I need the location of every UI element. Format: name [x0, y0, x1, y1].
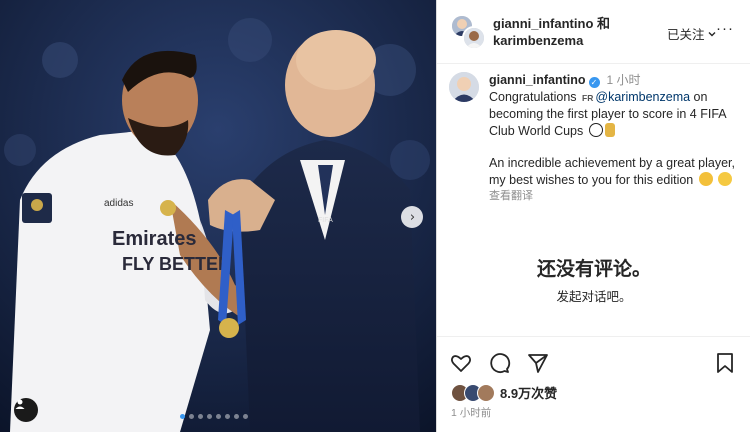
svg-text:Emirates: Emirates	[112, 228, 197, 250]
username-line[interactable]: gianni_infantino 和	[493, 15, 610, 32]
bookmark-icon[interactable]	[713, 351, 737, 375]
soccer-ball-icon	[588, 122, 603, 137]
carousel-dot	[207, 414, 212, 419]
likes-summary[interactable]: 8.9万次赞	[451, 383, 557, 402]
language-tag: FR	[582, 92, 594, 103]
svg-text:adidas: adidas	[104, 198, 133, 209]
svg-text:FIFA: FIFA	[318, 217, 333, 224]
no-comments-title: 还没有评论。	[536, 259, 651, 280]
no-comments-subtitle: 发起对话吧。	[556, 290, 632, 304]
carousel-next-button[interactable]: ›	[401, 206, 423, 228]
mention-link[interactable]: @karimbenzema	[595, 90, 690, 104]
user-tag-icon	[15, 399, 25, 409]
caption-time: 1 小时	[606, 73, 641, 87]
following-button[interactable]: 已关注	[667, 24, 717, 43]
user-tag-button[interactable]	[14, 398, 38, 422]
caption-username[interactable]: gianni_infantino	[489, 73, 586, 87]
caption-body: gianni_infantino ✓ 1 小时 Congratulations FR…	[489, 72, 747, 205]
instagram-post-window: Emirates FLY BETTER adidas FIFA › gianni…	[0, 0, 750, 432]
svg-text:FLY BETTER: FLY BETTER	[122, 254, 231, 274]
likes-count[interactable]: 8.9万次赞	[500, 383, 557, 402]
post-actions-bar: 8.9万次赞 1 小时前	[437, 336, 750, 433]
carousel-dot	[243, 414, 248, 419]
caption-text: An incredible achievement by a great pla…	[489, 156, 735, 187]
next-arrow-icon: ›	[409, 209, 416, 225]
verified-icon: ✓	[588, 77, 600, 88]
caption-text: Congratulations	[489, 89, 577, 104]
avatar	[477, 383, 495, 402]
carousel-dot	[216, 414, 221, 419]
see-translation-link[interactable]: 查看翻译	[489, 188, 747, 205]
more-options-button[interactable]: ···	[716, 20, 734, 37]
post-header: gianni_infantino 和 karimbenzema 已关注 ···	[437, 0, 750, 64]
carousel-dot	[198, 414, 203, 419]
collab-avatars[interactable]	[450, 14, 486, 50]
clapping-hands-icon	[698, 171, 713, 186]
heart-icon[interactable]	[449, 351, 473, 375]
following-label: 已关注	[667, 28, 705, 42]
carousel-dot	[225, 414, 230, 419]
carousel-indicator	[180, 414, 248, 419]
collab-usernames[interactable]: gianni_infantino 和 karimbenzema	[493, 15, 610, 49]
carousel-dot	[180, 414, 185, 419]
share-icon[interactable]	[526, 351, 550, 375]
post-timestamp: 1 小时前	[451, 407, 492, 419]
avatar[interactable]	[449, 72, 479, 102]
photo-illustration: Emirates FLY BETTER adidas FIFA	[0, 0, 436, 432]
medal-icon	[604, 122, 615, 137]
post-photo[interactable]: Emirates FLY BETTER adidas FIFA ›	[0, 0, 436, 432]
username-line[interactable]: karimbenzema	[493, 32, 610, 49]
carousel-dot	[189, 414, 194, 419]
post-side-panel: gianni_infantino 和 karimbenzema 已关注 ··· …	[436, 0, 750, 432]
comment-icon[interactable]	[487, 351, 511, 375]
hugging-face-icon	[718, 171, 733, 186]
avatar	[462, 26, 486, 50]
carousel-dot	[234, 414, 239, 419]
